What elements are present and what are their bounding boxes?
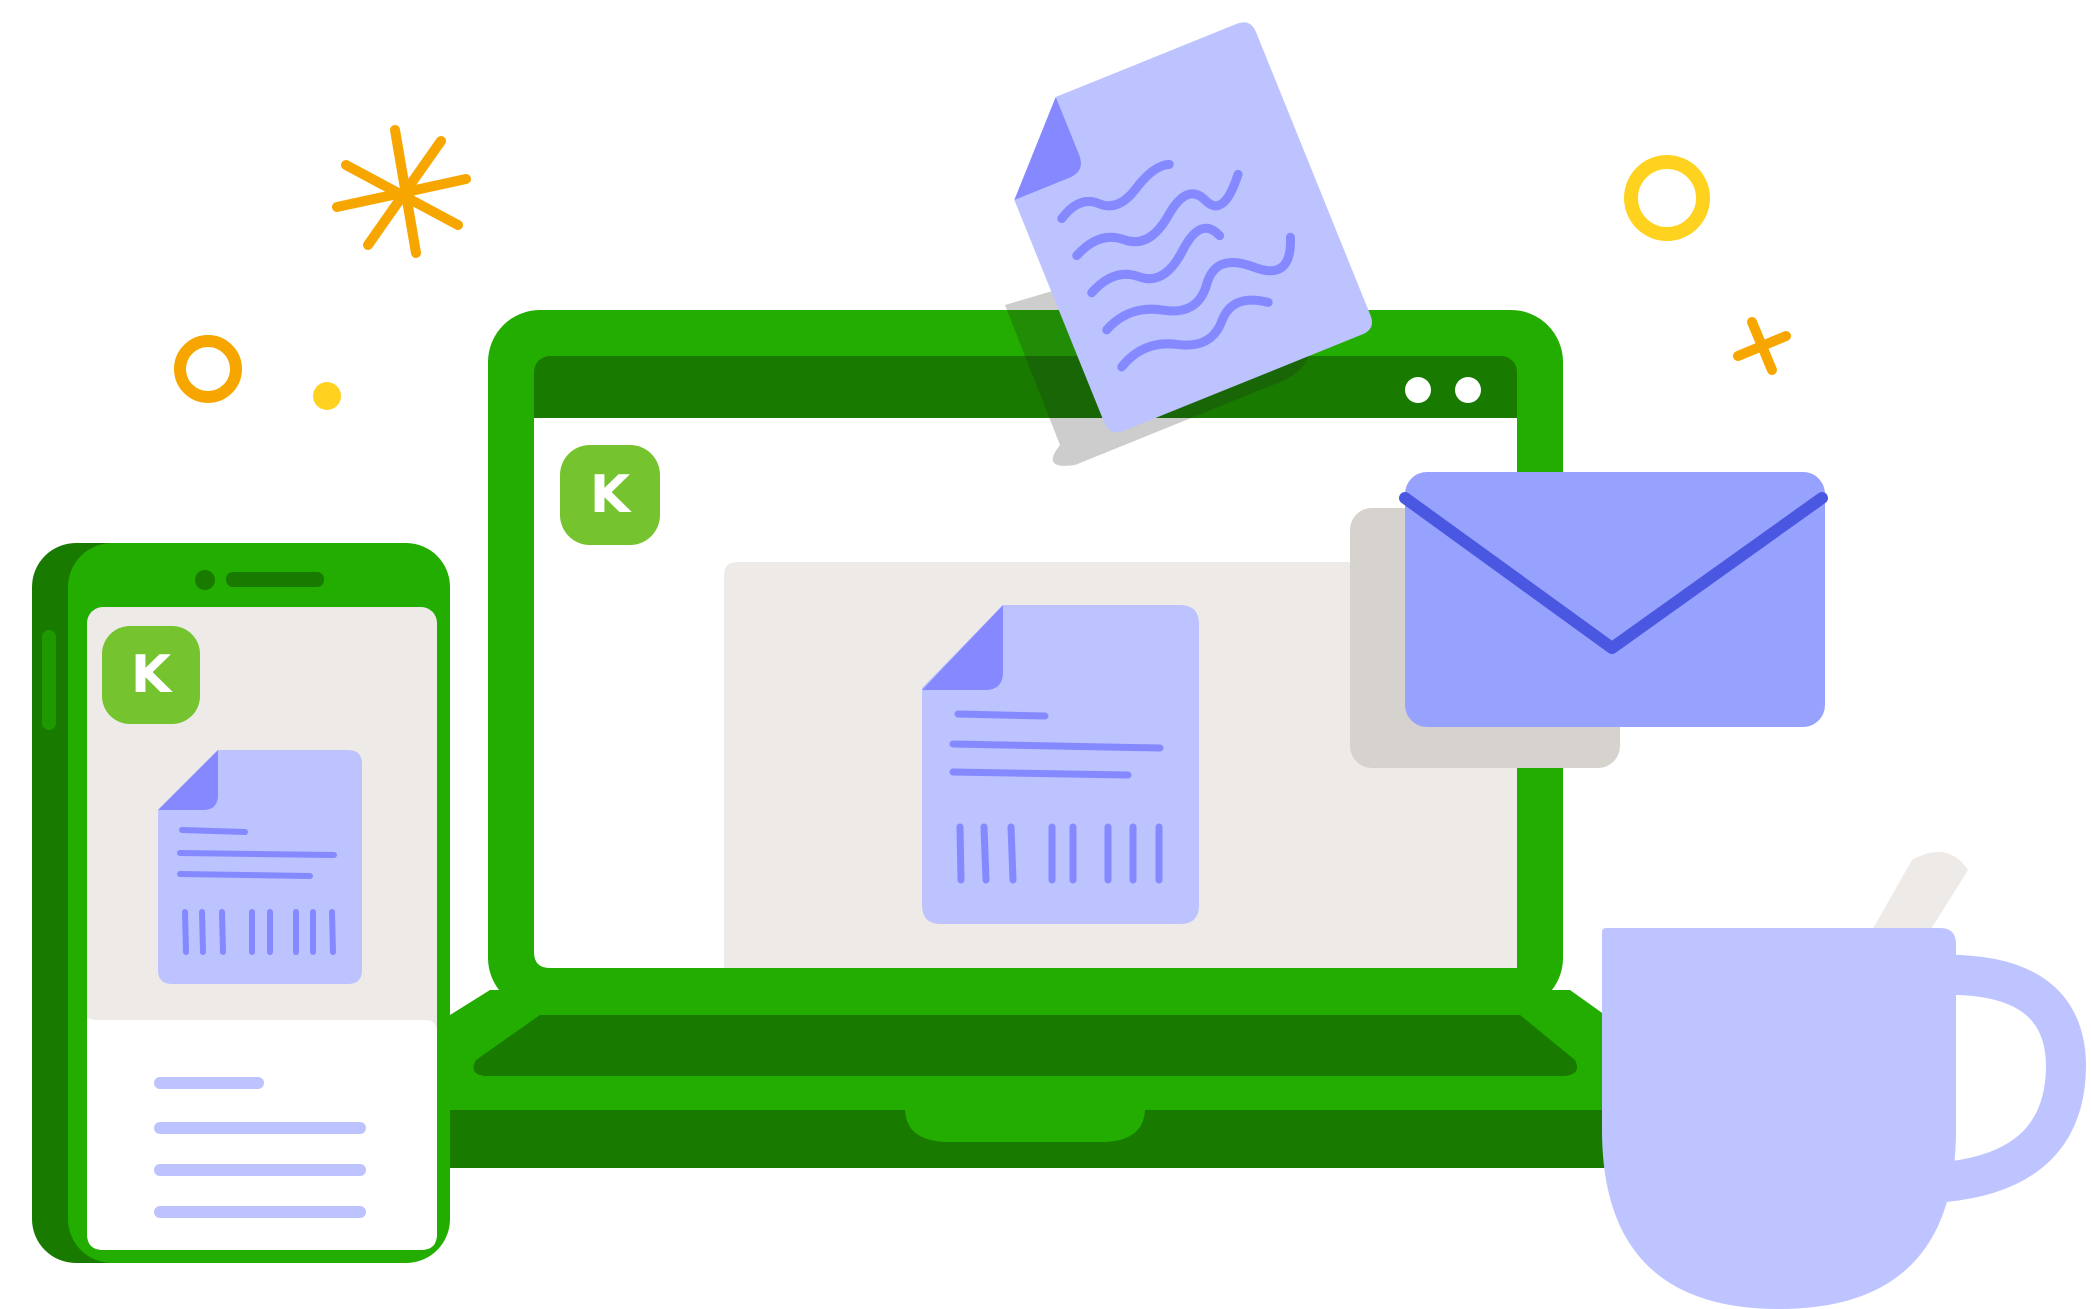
- laptop-logo-letter: K: [590, 465, 632, 525]
- sparkle-icon: [332, 125, 471, 258]
- phone-speaker: [226, 572, 324, 587]
- phone-logo: K: [102, 626, 200, 724]
- phone-side-button: [42, 630, 56, 730]
- phone-logo-letter: K: [131, 645, 173, 705]
- ring-icon-yellow: [1624, 155, 1710, 241]
- laptop-keyboard: [473, 1015, 1578, 1076]
- cross-icon: [1733, 317, 1791, 375]
- mug-icon: [1602, 852, 2087, 1309]
- devices-illustration: K K: [32, 22, 2087, 1309]
- phone-document-icon: [158, 750, 362, 984]
- ring-icon-orange: [174, 335, 242, 403]
- window-dot-1: [1405, 377, 1431, 403]
- phone-icon: K: [32, 543, 450, 1263]
- laptop-logo: K: [560, 445, 660, 545]
- phone-camera: [195, 570, 215, 590]
- mug-body: [1602, 928, 1956, 1309]
- dot-icon-yellow: [313, 382, 341, 410]
- envelope-body: [1405, 472, 1825, 727]
- envelope-icon: [1350, 472, 1828, 768]
- laptop-notch: [905, 1108, 1145, 1142]
- window-dot-2: [1455, 377, 1481, 403]
- document-icon: [922, 605, 1199, 924]
